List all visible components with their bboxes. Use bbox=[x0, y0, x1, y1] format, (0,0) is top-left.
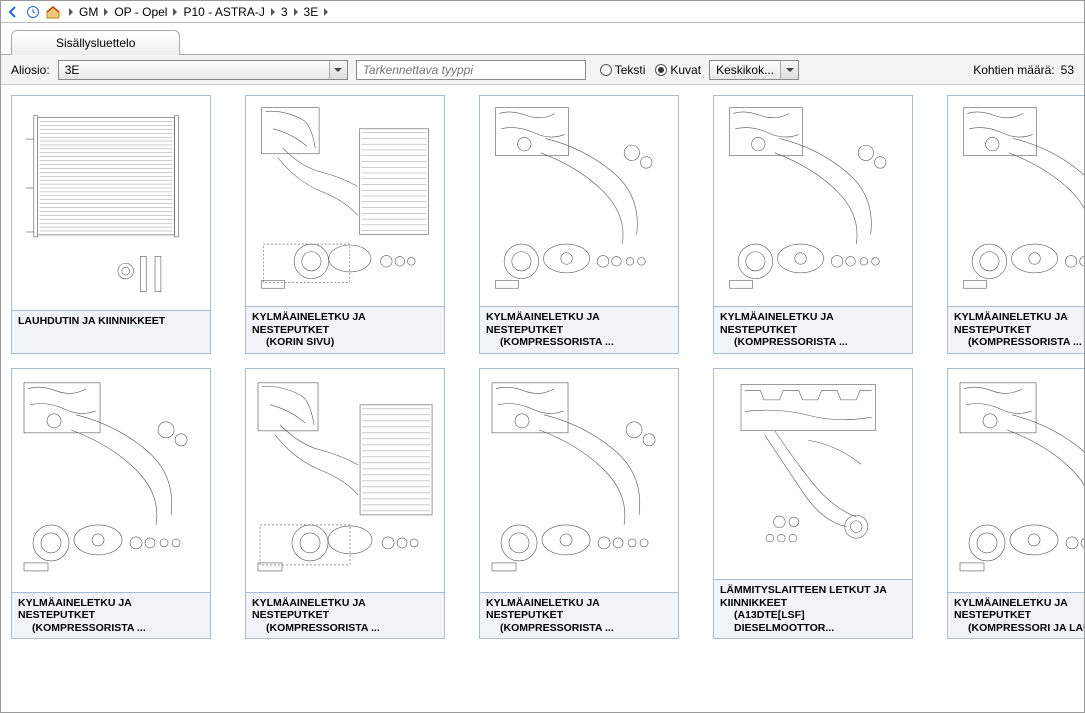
part-title: LÄMMITYSLAITTEEN LETKUT JA KIINNIKKEET bbox=[720, 584, 906, 609]
radio-images-label: Kuvat bbox=[670, 63, 701, 77]
part-subtitle: (KOMPRESSORISTA ... bbox=[486, 622, 672, 635]
subsection-select[interactable]: 3E bbox=[58, 60, 348, 80]
subsection-value: 3E bbox=[59, 63, 329, 77]
part-title: LAUHDUTIN JA KIINNIKKEET bbox=[18, 315, 204, 328]
part-card[interactable]: KYLMÄAINELETKU JA NESTEPUTKET(KORIN SIVU… bbox=[245, 95, 445, 354]
part-thumbnail bbox=[246, 369, 444, 593]
chevron-right-icon bbox=[102, 7, 110, 17]
thumbnail-size-value: Keskikok... bbox=[710, 63, 780, 77]
part-thumbnail bbox=[480, 369, 678, 593]
chevron-down-icon bbox=[780, 61, 798, 79]
part-card[interactable]: KYLMÄAINELETKU JA NESTEPUTKET(KOMPRESSOR… bbox=[479, 368, 679, 639]
part-thumbnail bbox=[480, 96, 678, 307]
thumbnail-size-select[interactable]: Keskikok... bbox=[709, 60, 799, 80]
chevron-down-icon bbox=[329, 61, 347, 79]
part-caption: KYLMÄAINELETKU JA NESTEPUTKET(KOMPRESSOR… bbox=[12, 593, 210, 639]
part-card[interactable]: LAUHDUTIN JA KIINNIKKEET bbox=[11, 95, 211, 354]
part-card[interactable]: KYLMÄAINELETKU JA NESTEPUTKET(KOMPRESSOR… bbox=[479, 95, 679, 354]
tab-contents[interactable]: Sisällysluettelo bbox=[11, 30, 180, 55]
breadcrumb-item[interactable]: OP - Opel bbox=[112, 5, 169, 19]
back-button[interactable] bbox=[5, 4, 21, 20]
part-card[interactable]: KYLMÄAINELETKU JA NESTEPUTKET(KOMPRESSOR… bbox=[11, 368, 211, 639]
chevron-right-icon bbox=[269, 7, 277, 17]
item-count: Kohtien määrä: 53 bbox=[973, 63, 1074, 77]
toolbar: GM OP - Opel P10 - ASTRA-J 3 3E bbox=[1, 1, 1084, 23]
part-subtitle: (A13DTE[LSF] DIESELMOOTTOR... bbox=[720, 609, 906, 634]
part-card[interactable]: LÄMMITYSLAITTEEN LETKUT JA KIINNIKKEET(A… bbox=[713, 368, 913, 639]
part-title: KYLMÄAINELETKU JA NESTEPUTKET bbox=[486, 311, 672, 336]
item-count-label: Kohtien määrä: bbox=[973, 63, 1054, 77]
thumbnail-grid[interactable]: LAUHDUTIN JA KIINNIKKEET KYLMÄAINELETKU J… bbox=[1, 85, 1084, 712]
filter-bar: Aliosio: 3E Teksti Kuvat Keskikok... Koh… bbox=[1, 55, 1084, 85]
part-thumbnail bbox=[714, 96, 912, 307]
home-button[interactable] bbox=[45, 4, 61, 20]
breadcrumb-item[interactable]: 3 bbox=[279, 5, 290, 19]
part-title: KYLMÄAINELETKU JA NESTEPUTKET bbox=[954, 311, 1084, 336]
subsection-label: Aliosio: bbox=[11, 63, 50, 77]
part-thumbnail bbox=[948, 369, 1084, 593]
part-caption: LÄMMITYSLAITTEEN LETKUT JA KIINNIKKEET(A… bbox=[714, 580, 912, 638]
item-count-value: 53 bbox=[1061, 63, 1074, 77]
part-thumbnail bbox=[246, 96, 444, 307]
tabs: Sisällysluettelo bbox=[1, 23, 1084, 55]
type-filter-input[interactable] bbox=[356, 60, 586, 80]
part-caption: KYLMÄAINELETKU JA NESTEPUTKET(KOMPRESSOR… bbox=[948, 307, 1084, 353]
part-subtitle: (KOMPRESSORISTA ... bbox=[18, 622, 204, 635]
part-title: KYLMÄAINELETKU JA NESTEPUTKET bbox=[720, 311, 906, 336]
part-caption: KYLMÄAINELETKU JA NESTEPUTKET(KOMPRESSOR… bbox=[246, 593, 444, 639]
part-card[interactable]: KYLMÄAINELETKU JA NESTEPUTKET(KOMPRESSOR… bbox=[947, 95, 1084, 354]
radio-text-label: Teksti bbox=[615, 63, 646, 77]
part-subtitle: (KOMPRESSORISTA ... bbox=[252, 622, 438, 635]
part-subtitle: (KOMPRESSORI JA LAUH bbox=[954, 622, 1084, 635]
part-thumbnail bbox=[12, 96, 210, 311]
history-button[interactable] bbox=[25, 4, 41, 20]
radio-images[interactable]: Kuvat bbox=[655, 63, 701, 77]
part-caption: KYLMÄAINELETKU JA NESTEPUTKET(KOMPRESSOR… bbox=[714, 307, 912, 353]
part-card[interactable]: KYLMÄAINELETKU JA NESTEPUTKET(KOMPRESSOR… bbox=[947, 368, 1084, 639]
part-caption: KYLMÄAINELETKU JA NESTEPUTKET(KORIN SIVU… bbox=[246, 307, 444, 353]
part-caption: LAUHDUTIN JA KIINNIKKEET bbox=[12, 311, 210, 353]
breadcrumb-item[interactable]: P10 - ASTRA-J bbox=[181, 5, 266, 19]
chevron-right-icon bbox=[171, 7, 179, 17]
part-title: KYLMÄAINELETKU JA NESTEPUTKET bbox=[18, 597, 204, 622]
breadcrumb-item[interactable]: GM bbox=[77, 5, 100, 19]
part-subtitle: (KOMPRESSORISTA ... bbox=[720, 336, 906, 349]
view-mode-radios: Teksti Kuvat bbox=[600, 63, 701, 77]
radio-text[interactable]: Teksti bbox=[600, 63, 646, 77]
part-caption: KYLMÄAINELETKU JA NESTEPUTKET(KOMPRESSOR… bbox=[948, 593, 1084, 639]
part-caption: KYLMÄAINELETKU JA NESTEPUTKET(KOMPRESSOR… bbox=[480, 593, 678, 639]
chevron-right-icon bbox=[67, 7, 75, 17]
part-thumbnail bbox=[948, 96, 1084, 307]
part-card[interactable]: KYLMÄAINELETKU JA NESTEPUTKET(KOMPRESSOR… bbox=[245, 368, 445, 639]
part-subtitle: (KORIN SIVU) bbox=[252, 336, 438, 349]
part-title: KYLMÄAINELETKU JA NESTEPUTKET bbox=[954, 597, 1084, 622]
breadcrumb: GM OP - Opel P10 - ASTRA-J 3 3E bbox=[67, 5, 330, 19]
chevron-right-icon bbox=[292, 7, 300, 17]
part-title: KYLMÄAINELETKU JA NESTEPUTKET bbox=[252, 311, 438, 336]
chevron-right-icon bbox=[322, 7, 330, 17]
breadcrumb-item[interactable]: 3E bbox=[302, 5, 321, 19]
part-subtitle: (KOMPRESSORISTA ... bbox=[954, 336, 1084, 349]
part-thumbnail bbox=[714, 369, 912, 580]
part-card[interactable]: KYLMÄAINELETKU JA NESTEPUTKET(KOMPRESSOR… bbox=[713, 95, 913, 354]
part-title: KYLMÄAINELETKU JA NESTEPUTKET bbox=[486, 597, 672, 622]
part-caption: KYLMÄAINELETKU JA NESTEPUTKET(KOMPRESSOR… bbox=[480, 307, 678, 353]
part-thumbnail bbox=[12, 369, 210, 593]
part-subtitle: (KOMPRESSORISTA ... bbox=[486, 336, 672, 349]
part-title: KYLMÄAINELETKU JA NESTEPUTKET bbox=[252, 597, 438, 622]
